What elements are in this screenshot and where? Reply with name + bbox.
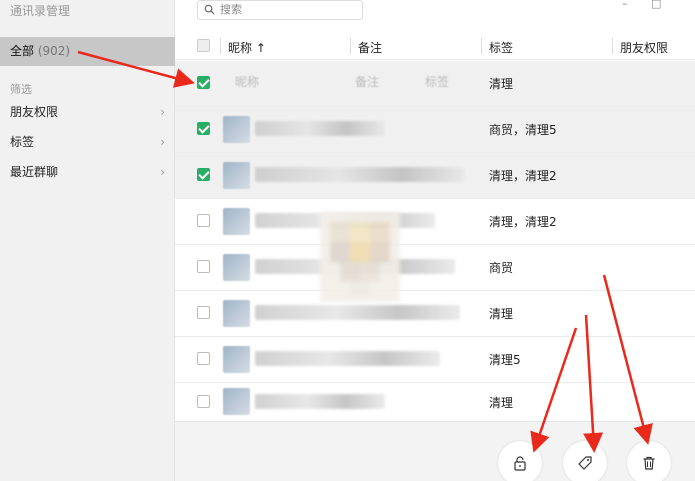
table-row[interactable]: 商贸 [175,245,695,291]
column-header-friend-permissions[interactable]: 朋友权限 [620,39,668,56]
avatar [223,388,250,415]
row-tags: 清理 [489,396,514,410]
sidebar-item-recent-groups[interactable]: 最近群聊 › [0,160,175,184]
avatar [223,254,250,281]
row-checkbox[interactable] [197,395,210,408]
table-row[interactable]: 清理，清理2 [175,153,695,199]
row-tags: 清理，清理2 [489,215,557,229]
action-bar [175,421,695,481]
row-checkbox[interactable] [197,352,210,365]
column-header-nickname[interactable]: 昵称 ↑ [228,39,266,56]
blurred-nickname [255,305,460,320]
table-row[interactable]: 商贸，清理5 [175,107,695,153]
search-input[interactable]: 搜索 [197,0,363,20]
row-tags: 清理 [489,307,514,321]
table-row[interactable]: 清理 [175,383,695,421]
table-row[interactable]: 昵称 备注 标签 清理 [175,61,695,107]
sidebar-item-all-label: 全部 [10,44,35,58]
sidebar: 通讯录管理 全部 (902) 筛选 朋友权限 › 标签 › 最近群聊 › [0,0,175,481]
sidebar-item-tags[interactable]: 标签 › [0,130,175,154]
table-row[interactable]: 清理5 [175,337,695,383]
row-checkbox[interactable] [197,168,210,181]
select-all-checkbox[interactable] [197,39,210,52]
row-tags: 清理5 [489,353,521,367]
sidebar-item-label: 朋友权限 [10,105,59,119]
avatar [223,162,250,189]
table-header: 昵称 ↑ 备注 标签 朋友权限 [175,33,695,60]
row-tags: 商贸，清理5 [489,123,557,137]
maximize-button[interactable]: □ [651,0,661,10]
row-tags: 清理 [489,77,514,91]
set-tag-button[interactable] [563,441,607,481]
ghost-header-text: 标签 [425,75,450,89]
chevron-right-icon: › [160,105,165,119]
avatar [223,116,250,143]
contacts-panel: 搜索 – □ 昵称 ↑ 备注 标签 朋友权限 昵称 备注 标签 清理 商贸，清理… [175,0,695,481]
sidebar-item-friend-permissions[interactable]: 朋友权限 › [0,100,175,124]
column-divider [350,38,351,54]
tag-icon [578,456,592,470]
column-header-tags[interactable]: 标签 [489,39,513,56]
trash-icon [643,456,655,470]
row-tags: 商贸 [489,261,514,275]
row-checkbox[interactable] [197,76,210,89]
row-checkbox[interactable] [197,260,210,273]
column-header-remark[interactable]: 备注 [358,39,382,56]
avatar [223,300,250,327]
ghost-header-text: 备注 [355,75,380,89]
chevron-right-icon: › [160,135,165,149]
ghost-header-text: 昵称 [235,75,260,89]
delete-button[interactable] [627,441,671,481]
lock-icon [514,456,526,471]
avatar [223,346,250,373]
search-icon [204,4,215,15]
column-divider [481,38,482,54]
table-row[interactable]: 清理，清理2 [175,199,695,245]
set-permission-button[interactable] [498,441,542,481]
blurred-nickname [255,167,465,182]
blurred-nickname [255,351,440,366]
app-title: 通讯录管理 [10,4,71,18]
blurred-nickname [255,394,385,409]
blurred-nickname [255,121,385,136]
row-checkbox[interactable] [197,214,210,227]
row-checkbox[interactable] [197,122,210,135]
column-divider [612,38,613,54]
minimize-button[interactable]: – [622,0,628,10]
contacts-manager-window: 通讯录管理 全部 (902) 筛选 朋友权限 › 标签 › 最近群聊 › 搜索 … [0,0,695,481]
sidebar-item-label: 标签 [10,135,35,149]
mosaic-censor-block [320,212,400,302]
sidebar-item-all[interactable]: 全部 (902) [0,37,175,66]
sidebar-item-all-count: (902) [37,44,71,58]
table-row[interactable]: 清理 [175,291,695,337]
column-divider [220,38,221,54]
avatar [223,208,250,235]
chevron-right-icon: › [160,165,165,179]
filter-section-label: 筛选 [10,83,32,96]
sidebar-item-label: 最近群聊 [10,165,59,179]
search-placeholder: 搜索 [220,3,242,16]
row-tags: 清理，清理2 [489,169,557,183]
row-checkbox[interactable] [197,306,210,319]
